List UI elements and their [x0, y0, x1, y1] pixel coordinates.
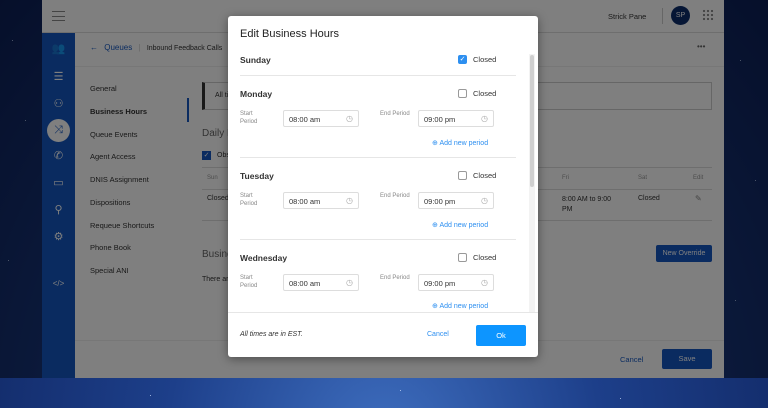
- clock-icon[interactable]: ◷: [481, 278, 488, 287]
- day-name-tuesday: Tuesday: [240, 171, 274, 181]
- dialog-cancel-button[interactable]: Cancel: [427, 331, 449, 338]
- timezone-note: All times are in EST.: [240, 331, 303, 338]
- clock-icon[interactable]: ◷: [346, 114, 353, 123]
- closed-label: Closed: [473, 55, 497, 64]
- scrollbar[interactable]: [529, 54, 535, 312]
- start-period-label: Start Period: [240, 275, 258, 289]
- closed-checkbox-tuesday[interactable]: [458, 171, 467, 180]
- plus-circle-icon: ⊕: [432, 303, 438, 310]
- clock-icon[interactable]: ◷: [481, 196, 488, 205]
- closed-checkbox-wednesday[interactable]: [458, 253, 467, 262]
- clock-icon[interactable]: ◷: [481, 114, 488, 123]
- scrollbar-thumb: [530, 55, 534, 187]
- ok-button[interactable]: Ok: [476, 325, 526, 346]
- add-new-period-tuesday[interactable]: ⊕ Add new period: [432, 221, 488, 229]
- dialog-body: Sunday ✓ Closed Monday Closed Start Peri…: [228, 48, 538, 312]
- end-period-label: End Period: [380, 193, 410, 199]
- edit-business-hours-dialog: Edit Business Hours Sunday ✓ Closed Mond…: [228, 16, 538, 357]
- end-period-label: End Period: [380, 111, 410, 117]
- plus-circle-icon: ⊕: [432, 140, 438, 147]
- closed-label: Closed: [473, 89, 497, 98]
- closed-label: Closed: [473, 171, 497, 180]
- plus-circle-icon: ⊕: [432, 222, 438, 229]
- day-name-wednesday: Wednesday: [240, 253, 288, 263]
- day-name-monday: Monday: [240, 89, 273, 99]
- start-time-input-monday[interactable]: 08:00 am ◷: [283, 110, 359, 127]
- add-new-period-wednesday[interactable]: ⊕ Add new period: [432, 302, 488, 310]
- end-time-input-monday[interactable]: 09:00 pm ◷: [418, 110, 494, 127]
- dialog-title: Edit Business Hours: [240, 28, 340, 40]
- clock-icon[interactable]: ◷: [346, 196, 353, 205]
- closed-checkbox-monday[interactable]: [458, 89, 467, 98]
- end-period-label: End Period: [380, 275, 410, 281]
- end-time-input-wednesday[interactable]: 09:00 pm ◷: [418, 274, 494, 291]
- end-time-input-tuesday[interactable]: 09:00 pm ◷: [418, 192, 494, 209]
- start-period-label: Start Period: [240, 193, 258, 207]
- closed-checkbox-sunday[interactable]: ✓: [458, 55, 467, 64]
- closed-label: Closed: [473, 253, 497, 262]
- start-time-input-tuesday[interactable]: 08:00 am ◷: [283, 192, 359, 209]
- day-name-sunday: Sunday: [240, 55, 271, 65]
- start-time-input-wednesday[interactable]: 08:00 am ◷: [283, 274, 359, 291]
- add-new-period-monday[interactable]: ⊕ Add new period: [432, 139, 488, 147]
- start-period-label: Start Period: [240, 111, 258, 125]
- clock-icon[interactable]: ◷: [346, 278, 353, 287]
